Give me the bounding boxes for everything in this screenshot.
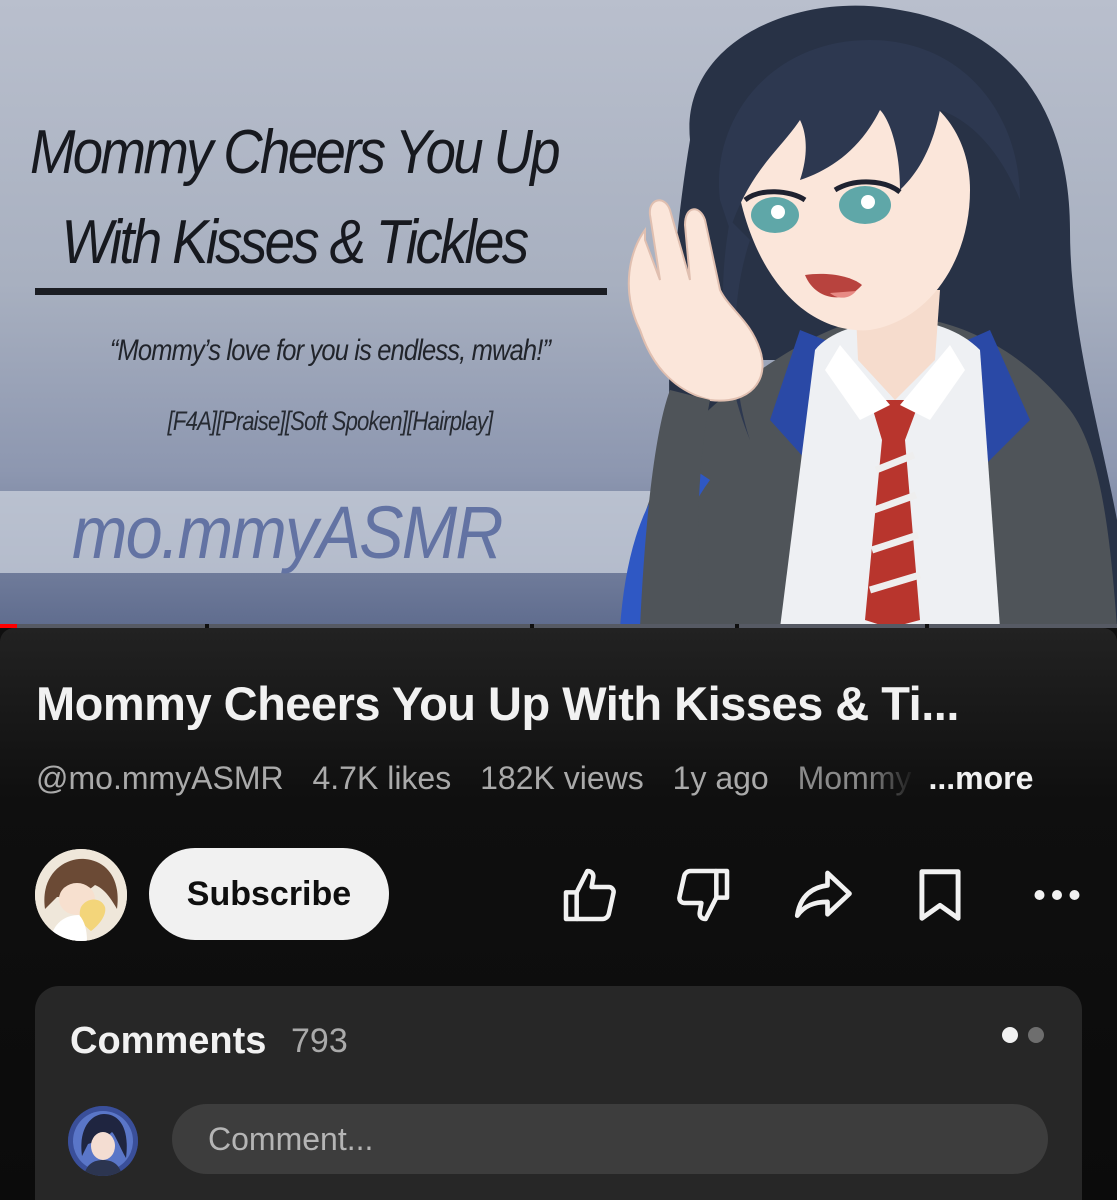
video-title[interactable]: Mommy Cheers You Up With Kisses & Ti... <box>36 676 1096 731</box>
dislike-icon <box>677 868 730 922</box>
comment-input[interactable] <box>172 1104 1048 1174</box>
more-link[interactable]: ...more <box>929 760 1034 796</box>
thumbnail-divider <box>35 288 607 295</box>
thumbnail-channel-name: mo.mmyASMR <box>72 491 504 574</box>
like-count: 4.7K likes <box>312 760 452 796</box>
subscribe-button[interactable]: Subscribe <box>149 848 389 940</box>
more-options-icon <box>1034 890 1080 900</box>
user-avatar <box>68 1106 138 1176</box>
thumbnail-quote: “Mommy’s love for you is endless, mwah!” <box>109 334 551 367</box>
view-count: 182K views <box>480 760 644 796</box>
share-button[interactable] <box>787 860 857 930</box>
carousel-dot-active <box>1002 1027 1018 1043</box>
like-button[interactable] <box>555 860 625 930</box>
like-icon <box>563 868 616 922</box>
video-metadata-row[interactable]: @mo.mmyASMR 4.7K likes 182K views 1y ago… <box>36 760 1086 804</box>
channel-handle[interactable]: @mo.mmyASMR <box>36 760 284 796</box>
channel-avatar[interactable] <box>35 849 127 941</box>
video-info-panel: Mommy Cheers You Up With Kisses & Ti... … <box>0 628 1117 1200</box>
video-player[interactable]: Mommy Cheers You Up With Kisses & Tickle… <box>0 0 1117 628</box>
save-icon <box>919 869 961 921</box>
character-illustration <box>620 5 1117 628</box>
comments-card[interactable]: Comments 793 <box>35 986 1082 1200</box>
save-button[interactable] <box>905 860 975 930</box>
upload-age: 1y ago <box>672 760 769 796</box>
carousel-dots <box>1002 1027 1044 1043</box>
comments-heading: Comments <box>70 1020 267 1062</box>
thumbnail-text-panel: Mommy Cheers You Up With Kisses & Tickle… <box>0 0 660 628</box>
description-preview: Mommy <box>797 760 912 796</box>
share-icon <box>794 870 852 918</box>
thumbnail-title: Mommy Cheers You Up With Kisses & Tickle… <box>30 118 561 277</box>
carousel-dot <box>1028 1027 1044 1043</box>
comments-count: 793 <box>291 1022 348 1060</box>
dislike-button[interactable] <box>668 860 738 930</box>
more-options-button[interactable] <box>1022 860 1092 930</box>
thumbnail-tags: [F4A][Praise][Soft Spoken][Hairplay] <box>167 406 494 436</box>
